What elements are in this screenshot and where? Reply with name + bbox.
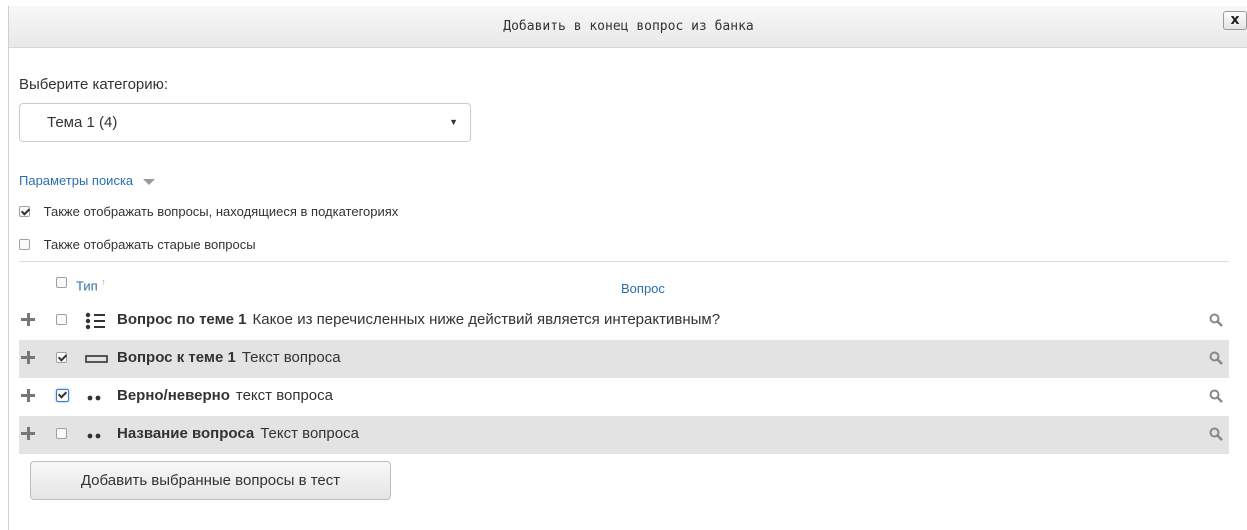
preview-magnifier-icon[interactable] bbox=[1209, 427, 1223, 441]
chevron-down-icon: ▼ bbox=[449, 117, 458, 127]
add-to-quiz-icon[interactable] bbox=[20, 311, 36, 327]
old-questions-checkbox[interactable] bbox=[19, 239, 30, 251]
truefalse-icon bbox=[87, 433, 101, 439]
question-name: Вопрос к теме 1 bbox=[117, 349, 236, 366]
add-to-quiz-icon[interactable] bbox=[20, 425, 36, 441]
column-type-header[interactable]: Тип ↑ bbox=[76, 277, 106, 293]
preview-magnifier-icon[interactable] bbox=[1209, 389, 1223, 403]
add-to-quiz-icon[interactable] bbox=[20, 387, 36, 403]
search-options-label: Параметры поиска bbox=[19, 173, 134, 188]
search-options-link[interactable]: Параметры поиска bbox=[19, 173, 155, 188]
question-body: текст вопроса bbox=[235, 387, 333, 404]
question-text: Верно/неверно текст вопроса bbox=[117, 387, 333, 404]
shortanswer-icon bbox=[85, 355, 108, 363]
add-selected-questions-button[interactable]: Добавить выбранные вопросы в тест bbox=[30, 461, 391, 500]
select-all-checkbox[interactable] bbox=[56, 277, 67, 288]
truefalse-icon bbox=[87, 395, 101, 401]
close-button[interactable]: x bbox=[1223, 11, 1247, 30]
table-row: Верно/неверно текст вопроса bbox=[19, 378, 1229, 416]
table-row: Название вопроса Текст вопроса bbox=[19, 416, 1229, 454]
triangle-down-icon bbox=[142, 178, 155, 185]
subcategories-label: Также отображать вопросы, находящиеся в … bbox=[43, 204, 399, 220]
table-row: Вопрос к теме 1 Текст вопроса bbox=[19, 340, 1229, 378]
question-name: Верно/неверно bbox=[117, 387, 230, 404]
table-row: Вопрос по теме 1 Какое из перечисленных н… bbox=[19, 302, 1229, 340]
subcategories-checkbox[interactable] bbox=[19, 206, 30, 218]
row-checkbox[interactable] bbox=[56, 352, 67, 363]
option-old-questions: Также отображать старые вопросы bbox=[19, 236, 256, 252]
old-questions-label: Также отображать старые вопросы bbox=[43, 237, 256, 253]
preview-magnifier-icon[interactable] bbox=[1209, 313, 1223, 327]
dialog-title: Добавить в конец вопрос из банка bbox=[503, 19, 754, 34]
question-body: Какое из перечисленных ниже действий явл… bbox=[252, 311, 721, 328]
table-header: Тип ↑ Вопрос bbox=[19, 270, 1229, 300]
option-subcategories: Также отображать вопросы, находящиеся в … bbox=[19, 203, 398, 219]
question-body: Текст вопроса bbox=[260, 425, 359, 442]
dialog-titlebar: Добавить в конец вопрос из банка bbox=[9, 6, 1247, 48]
row-checkbox[interactable] bbox=[56, 428, 67, 439]
preview-magnifier-icon[interactable] bbox=[1209, 351, 1223, 365]
row-checkbox[interactable] bbox=[56, 314, 67, 325]
question-text: Вопрос по теме 1 Какое из перечисленных н… bbox=[117, 311, 720, 328]
divider bbox=[19, 261, 1229, 262]
row-checkbox[interactable] bbox=[56, 389, 69, 402]
column-type-label: Тип bbox=[76, 278, 98, 294]
add-to-quiz-icon[interactable] bbox=[20, 349, 36, 365]
category-label: Выберите категорию: bbox=[19, 76, 169, 93]
question-name: Вопрос по теме 1 bbox=[117, 311, 247, 328]
sort-arrow-icon: ↑ bbox=[101, 277, 106, 287]
question-text: Вопрос к теме 1 Текст вопроса bbox=[117, 349, 341, 366]
column-question-header[interactable]: Вопрос bbox=[621, 281, 665, 296]
category-selected-value: Тема 1 (4) bbox=[47, 114, 118, 131]
multichoice-icon bbox=[85, 312, 105, 330]
question-text: Название вопроса Текст вопроса bbox=[117, 425, 359, 442]
question-name: Название вопроса bbox=[117, 425, 255, 442]
category-select[interactable]: Тема 1 (4) ▼ bbox=[19, 103, 471, 142]
question-body: Текст вопроса bbox=[241, 349, 341, 366]
